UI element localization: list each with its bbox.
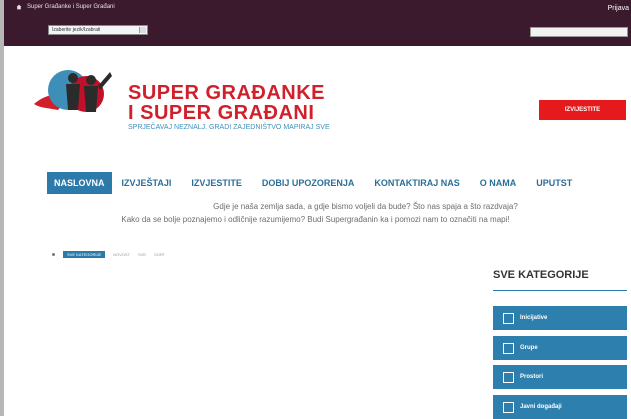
nav-item-reports[interactable]: IZVJEŠTAJI (112, 172, 182, 194)
search-input[interactable] (530, 27, 628, 37)
checkbox-icon[interactable] (503, 371, 514, 383)
filter-news[interactable]: NOVOST (113, 252, 130, 257)
category-label: Javni događaji (520, 404, 562, 410)
nav-item-about[interactable]: O NAMA (470, 172, 527, 194)
category-initiatives[interactable]: Inicijative (493, 306, 627, 330)
login-link[interactable]: Prijava (608, 5, 629, 12)
nav-item-home[interactable]: NASLOVNA (47, 172, 112, 194)
filter-sort[interactable]: SORT (154, 252, 165, 257)
intro-text-line-2: Kako da se bolje poznajemo i odličnije r… (121, 215, 510, 224)
breadcrumb: Super Građanke i Super Građani (16, 4, 115, 10)
superhero-logo[interactable] (28, 64, 128, 122)
checkbox-icon[interactable] (503, 342, 514, 354)
category-groups[interactable]: Grupe (493, 336, 627, 360)
category-public-events[interactable]: Javni događaji (493, 395, 627, 419)
report-button[interactable]: IZVIJESTITE (539, 100, 626, 120)
nav-item-alerts[interactable]: DOBIJ UPOZORENJA (252, 172, 365, 194)
category-spaces[interactable]: Prostori (493, 365, 627, 389)
checkbox-icon[interactable] (503, 312, 514, 324)
filter-all-categories[interactable]: SVE KATEGORIJE (63, 251, 106, 258)
chevron-down-icon (139, 27, 146, 33)
language-select[interactable]: Izaberite jezik/Izabrati (48, 25, 148, 35)
intro-text-line-1: Gdje je naša zemlja sada, a gdje bismo v… (213, 202, 518, 211)
home-icon[interactable] (16, 4, 22, 10)
bullet-icon (52, 253, 55, 256)
breadcrumb-label[interactable]: Super Građanke i Super Građani (27, 4, 115, 10)
category-label: Inicijative (520, 315, 548, 321)
nav-item-submit-report[interactable]: IZVJESTITE (181, 172, 252, 194)
site-title-line-2: I SUPER GRAĐANI (128, 102, 315, 124)
main-nav: NASLOVNA IZVJEŠTAJI IZVJESTITE DOBIJ UPO… (47, 172, 582, 194)
site-tagline: SPRJEČAVAJ NEZNALJ. GRADI ZAJEDNIŠTVO MA… (128, 124, 330, 131)
category-label: Grupe (520, 345, 538, 351)
category-label: Prostori (520, 374, 544, 380)
categories-heading: SVE KATEGORIJE (493, 269, 589, 281)
top-bar: Super Građanke i Super Građani Izaberite… (4, 0, 631, 46)
categories-divider (493, 290, 627, 291)
checkbox-icon[interactable] (503, 401, 514, 413)
nav-item-contact[interactable]: KONTAKTIRAJ NAS (364, 172, 469, 194)
language-select-value: Izaberite jezik/Izabrati (52, 27, 101, 33)
filter-all[interactable]: SVE (138, 252, 146, 257)
report-filter-bar: SVE KATEGORIJE NOVOST SVE SORT (52, 251, 165, 258)
nav-item-instructions[interactable]: UPUTST (526, 172, 582, 194)
